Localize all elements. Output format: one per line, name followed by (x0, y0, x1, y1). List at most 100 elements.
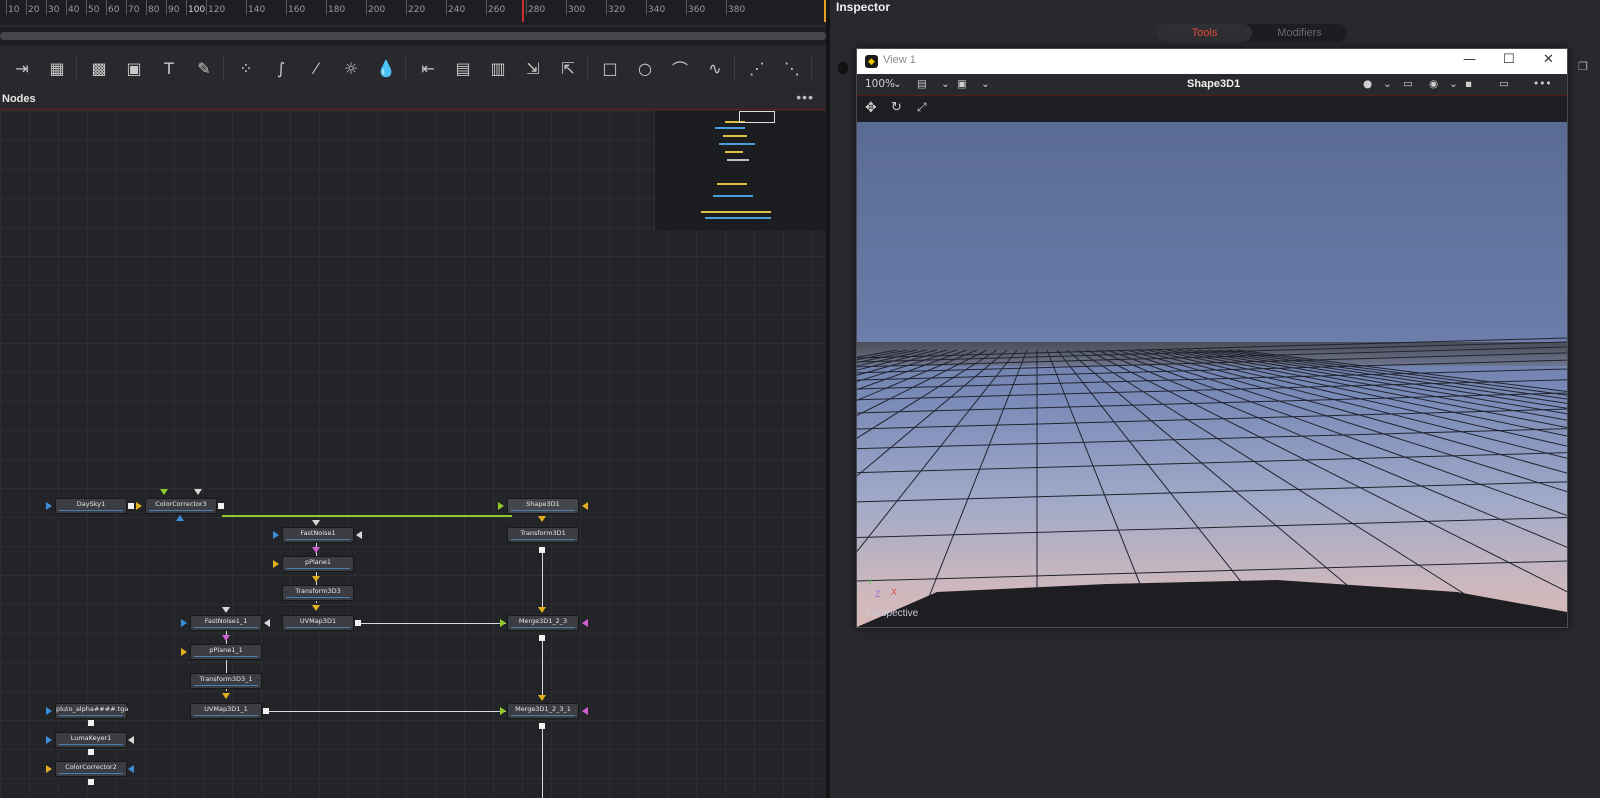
input-port[interactable] (46, 502, 52, 510)
zoom-dropdown[interactable]: 100% (865, 78, 895, 90)
transform-icon[interactable]: ⇲ (520, 55, 546, 81)
minimize-icon[interactable]: — (1463, 52, 1476, 67)
3d-viewport[interactable]: Y Z X Perspective (857, 122, 1567, 627)
input-port[interactable] (222, 693, 230, 699)
view-window-titlebar[interactable]: ◆ View 1 — ☐ ✕ (857, 49, 1567, 74)
output-port[interactable] (539, 723, 545, 729)
output-port[interactable] (355, 620, 361, 626)
output-port[interactable] (539, 547, 545, 553)
chevron-down-icon[interactable]: ⌄ (1383, 78, 1392, 90)
node-merge3d1-2-3[interactable]: Merge3D1_2_3 (507, 615, 579, 631)
node-navigator-minimap[interactable] (654, 111, 826, 231)
brightness-icon[interactable]: ☼ (338, 55, 364, 81)
paint-icon[interactable]: ✎ (191, 55, 217, 81)
input-port[interactable] (312, 576, 320, 582)
output-port[interactable] (88, 720, 94, 726)
record-button[interactable] (838, 62, 848, 74)
node-fastnoise1-1[interactable]: FastNoise1_1 (190, 615, 262, 631)
renderer-icon[interactable]: ⋱ (779, 55, 805, 81)
nodes-panel-menu-button[interactable]: ••• (796, 89, 814, 105)
input-port[interactable] (500, 707, 506, 715)
node-pplane1[interactable]: pPlane1 (282, 556, 354, 572)
emitter-icon[interactable]: ⋰ (744, 55, 770, 81)
input-port[interactable] (46, 707, 52, 715)
input-port[interactable] (264, 619, 270, 627)
chevron-down-icon[interactable]: ⌄ (1449, 78, 1458, 90)
node-graph[interactable]: DaySky1 ColorCorrector3 Shape3D1 FastNoi… (0, 111, 826, 798)
timeline-ruler[interactable]: 10 20 30 40 50 60 70 80 90 100 120 140 160 180 200 220 2… (0, 0, 826, 26)
curves-icon[interactable]: ∫ (268, 55, 294, 81)
input-port[interactable] (176, 515, 184, 521)
node-pplane1-1[interactable]: pPlane1_1 (190, 644, 262, 660)
node-merge3d1-2-3-1[interactable]: Merge3D1_2_3_1 (507, 703, 579, 719)
loader-icon[interactable]: ⇤ (415, 55, 441, 81)
input-port[interactable] (582, 502, 588, 510)
input-port[interactable] (222, 607, 230, 613)
input-port[interactable] (46, 765, 52, 773)
output-port[interactable] (88, 749, 94, 755)
color-curves-icon[interactable]: ⁄ (303, 55, 329, 81)
timeline-scrollbar[interactable] (0, 32, 826, 40)
input-port[interactable] (538, 695, 546, 701)
node-colorcorrector2[interactable]: ColorCorrector2 (55, 761, 127, 777)
input-port[interactable] (160, 489, 168, 495)
input-port[interactable] (312, 520, 320, 526)
node-lumakeyer1[interactable]: LumaKeyer1 (55, 732, 127, 748)
roi-icon[interactable]: ▭ (1403, 78, 1413, 90)
node-uvmap3d1-1[interactable]: UVMap3D1_1 (190, 703, 262, 719)
node-transform3d1[interactable]: Transform3D1 (507, 527, 579, 543)
close-icon[interactable]: ✕ (1543, 52, 1554, 67)
output-port[interactable] (218, 503, 224, 509)
aspect-icon[interactable]: ▭ (1499, 78, 1509, 90)
input-port[interactable] (312, 547, 320, 553)
playhead[interactable] (522, 0, 524, 22)
lighting-icon[interactable]: ◉ (1429, 78, 1438, 90)
input-port[interactable] (128, 765, 134, 773)
node-colorcorrector3[interactable]: ColorCorrector3 (145, 498, 217, 514)
input-port[interactable] (194, 489, 202, 495)
polygon-icon[interactable]: ⌒ (667, 55, 693, 81)
node-uvmap3d1[interactable]: UVMap3D1 (282, 615, 354, 631)
node-fastnoise1[interactable]: FastNoise1 (282, 527, 354, 543)
viewer-icon[interactable]: ▥ (485, 55, 511, 81)
input-port[interactable] (312, 605, 320, 611)
rotate-icon[interactable]: ↻ (891, 100, 902, 115)
tab-tools[interactable]: Tools (1157, 24, 1252, 42)
node-shape3d1[interactable]: Shape3D1 (507, 498, 579, 514)
input-port[interactable] (181, 648, 187, 656)
viewer-menu-icon[interactable]: ••• (1533, 78, 1552, 90)
chevron-down-icon[interactable]: ⌄ (981, 78, 990, 90)
image-icon[interactable]: ▩ (86, 55, 112, 81)
input-port[interactable] (136, 502, 142, 510)
chevron-down-icon[interactable]: ⌄ (941, 78, 950, 90)
saver-icon[interactable]: ▤ (450, 55, 476, 81)
output-port[interactable] (128, 503, 134, 509)
subview-icon[interactable]: ▤ (917, 78, 927, 90)
input-port[interactable] (538, 516, 546, 522)
text-icon[interactable]: T (156, 55, 182, 81)
input-port[interactable] (273, 560, 279, 568)
node-transform3d3-1[interactable]: Transform3D3_1 (190, 673, 262, 689)
node-pluto-alpha-loader[interactable]: pluto_alpha####.tga (55, 703, 128, 719)
input-port[interactable] (500, 619, 506, 627)
background-icon[interactable]: ▦ (44, 55, 70, 81)
minimap-viewport[interactable] (739, 111, 775, 123)
input-port[interactable] (46, 736, 52, 744)
input-port[interactable] (128, 736, 134, 744)
ellipse-icon[interactable]: ○ (632, 55, 658, 81)
output-port[interactable] (539, 635, 545, 641)
pan-icon[interactable]: ✥ (865, 100, 877, 116)
chevron-down-icon[interactable]: ⌄ (893, 78, 902, 90)
node-transform3d3[interactable]: Transform3D3 (282, 585, 354, 601)
rectangle-icon[interactable]: □ (597, 55, 623, 81)
input-port[interactable] (181, 619, 187, 627)
scale-icon[interactable]: ⤢ (917, 100, 927, 115)
input-port[interactable] (222, 635, 230, 641)
layout-icon[interactable]: ❐ (1578, 60, 1588, 73)
overlay-icon[interactable]: ▪ (1465, 78, 1472, 90)
lut-icon[interactable]: ▣ (957, 78, 967, 90)
maximize-icon[interactable]: ☐ (1503, 52, 1515, 67)
blur-icon[interactable]: 💧 (373, 55, 399, 81)
input-port[interactable] (582, 619, 588, 627)
color-channel-icon[interactable]: ● (1363, 78, 1372, 90)
